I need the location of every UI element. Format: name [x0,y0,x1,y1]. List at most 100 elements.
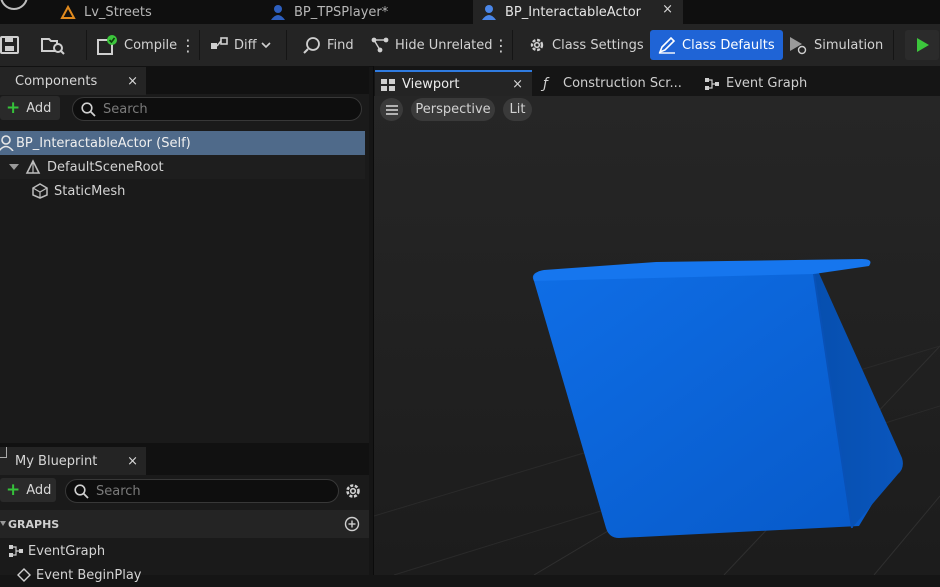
event-icon [16,567,32,583]
class-defaults-icon [658,36,676,54]
blueprint-tab-icon [0,447,7,458]
diff-icon [210,36,228,54]
tab-viewport[interactable]: Viewport × [375,70,532,97]
tree-item-label: DefaultSceneRoot [47,159,164,175]
actor-icon [0,135,14,151]
graph-item-label: Event BeginPlay [36,567,142,583]
viewport-icon [380,77,396,93]
tab-label: BP_InteractableActor [505,4,642,20]
close-icon[interactable]: × [512,77,523,92]
components-search-input[interactable] [103,101,353,117]
tab-lv-streets[interactable]: Lv_Streets [50,0,250,24]
viewport-scene [374,96,940,575]
close-icon[interactable]: × [662,2,673,17]
scene-component-icon [25,159,41,175]
blueprint-icon [270,4,286,20]
level-icon [60,4,76,20]
graph-item-event-beginplay[interactable]: Event BeginPlay [0,563,365,587]
hide-unrelated-options-icon[interactable]: ⋮ [493,24,509,66]
components-search[interactable] [72,97,362,121]
viewport-canvas[interactable] [374,96,940,575]
tree-item-defaultsceneroot[interactable]: DefaultSceneRoot [0,155,365,179]
settings-gear-icon[interactable] [344,482,362,500]
add-label: Add [26,100,52,116]
gear-icon [528,36,546,54]
save-icon[interactable] [0,24,20,66]
toolbar-separator [199,30,200,60]
add-component-button[interactable]: + Add [0,96,60,120]
my-blueprint-title: My Blueprint [15,453,98,469]
components-tab[interactable]: Components × [0,67,146,95]
class-defaults-label: Class Defaults [682,37,775,53]
perspective-button[interactable]: Perspective [411,98,495,121]
browse-icon[interactable] [40,24,66,66]
tab-label: Lv_Streets [84,4,152,20]
hide-unrelated-icon [371,36,389,54]
toolbar-separator [512,30,513,60]
graph-item-label: EventGraph [28,543,106,559]
add-label: Add [26,482,52,498]
tab-label: BP_TPSPlayer* [294,4,389,20]
graph-item-eventgraph[interactable]: EventGraph [0,539,365,563]
function-icon: ƒ [543,75,548,92]
compile-options-icon[interactable]: ⋮ [180,24,196,66]
find-label: Find [327,37,354,53]
main-toolbar: Compile ⋮ Diff Find Hide Unrelated ⋮ Cla… [0,24,940,67]
tab-label: Construction Scr... [563,76,682,91]
tab-bp-interactableactor[interactable]: BP_InteractableActor × [473,0,683,24]
find-button[interactable]: Find [303,24,354,66]
play-icon [914,37,930,53]
compile-button[interactable]: Compile [96,24,177,66]
graph-icon [8,543,24,559]
hide-unrelated-label: Hide Unrelated [395,37,493,53]
blueprint-icon [481,4,497,20]
tree-item-label: StaticMesh [54,183,126,199]
toolbar-separator [893,30,894,60]
tab-label: Event Graph [726,76,808,91]
expand-arrow-icon[interactable] [9,162,19,172]
tab-bp-tpsplayer[interactable]: BP_TPSPlayer* [262,0,462,24]
graphs-header-label: GRAPHS [8,517,60,531]
chevron-down-icon [261,40,271,50]
compile-label: Compile [124,37,178,53]
class-settings-button[interactable]: Class Settings [528,24,644,66]
search-icon [74,483,89,499]
compile-icon [96,34,118,56]
plus-icon: + [6,479,21,500]
tree-item-self[interactable]: BP_InteractableActor (Self) [0,131,365,155]
tab-construction-script[interactable]: ƒ Construction Scr... [543,70,693,97]
unreal-logo-icon[interactable] [0,0,30,14]
simulation-label: Simulation [814,37,884,53]
tab-event-graph[interactable]: Event Graph [704,70,844,97]
components-title: Components [15,73,98,89]
collapse-arrow-icon [0,519,6,529]
close-icon[interactable]: × [127,454,138,469]
close-icon[interactable]: × [127,74,138,89]
tree-item-staticmesh[interactable]: StaticMesh [0,179,365,203]
play-button[interactable] [905,30,939,60]
plus-icon: + [6,97,21,118]
lit-button[interactable]: Lit [503,98,532,121]
tree-item-label: BP_InteractableActor (Self) [16,135,191,151]
left-panel: Components × + Add BP_InteractableActor … [0,66,369,583]
graphs-section-header[interactable]: GRAPHS [0,510,369,538]
viewport-options-icon[interactable] [380,98,403,121]
search-icon [81,101,96,117]
diff-button[interactable]: Diff [210,24,271,66]
my-blueprint-search[interactable] [65,479,339,503]
toolbar-separator [286,30,287,60]
my-blueprint-tab[interactable]: My Blueprint × [0,447,146,475]
static-mesh-icon [32,183,48,199]
class-defaults-button[interactable]: Class Defaults [650,30,783,60]
simulation-button[interactable]: Simulation [788,24,883,66]
hide-unrelated-button[interactable]: Hide Unrelated [371,24,493,66]
class-settings-label: Class Settings [552,37,644,53]
simulation-icon [788,35,808,55]
add-member-button[interactable]: + Add [0,478,56,502]
add-graph-icon[interactable] [344,516,360,532]
toolbar-separator [86,30,87,60]
my-blueprint-search-input[interactable] [96,483,326,499]
diff-label: Diff [234,37,257,53]
tab-label: Viewport [402,77,460,92]
find-icon [303,36,321,54]
